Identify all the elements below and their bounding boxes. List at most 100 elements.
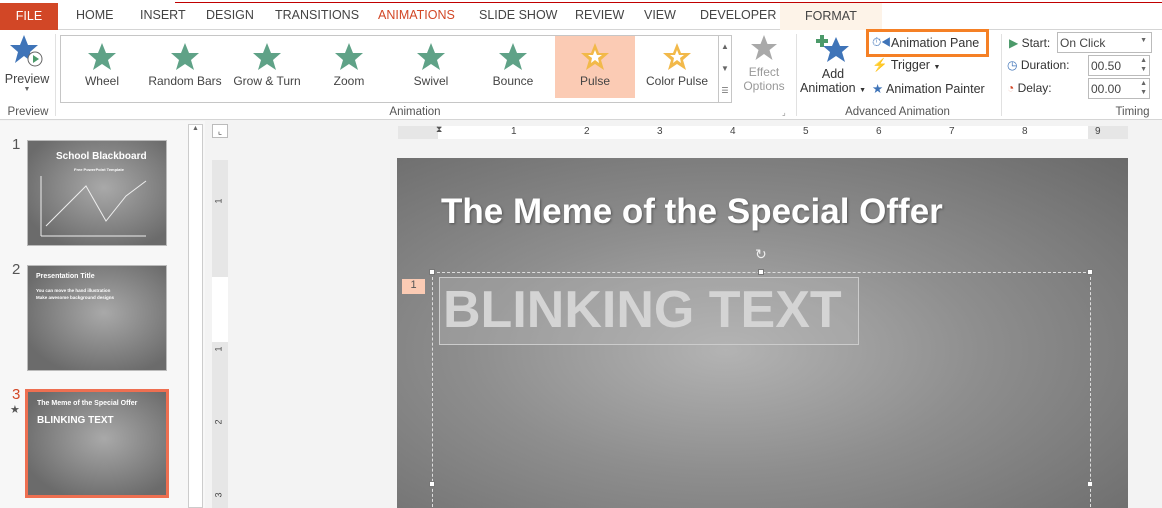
random-bars-star-icon xyxy=(171,43,199,70)
vruler-label: 1 xyxy=(213,198,224,204)
ribbon-tabs: FILE HOME INSERT DESIGN TRANSITIONS ANIM… xyxy=(0,0,1162,30)
dialog-launcher-icon[interactable]: ⌟ xyxy=(782,108,786,117)
start-dropdown[interactable]: On Click ▼ xyxy=(1057,32,1152,53)
animation-painter-label: Animation Painter xyxy=(886,82,985,96)
tab-view[interactable]: VIEW xyxy=(644,8,676,22)
animation-wheel[interactable]: Wheel xyxy=(62,36,142,98)
animation-grow-turn[interactable]: Grow & Turn xyxy=(227,36,307,98)
hruler-label: 3 xyxy=(657,126,663,137)
vruler-label: 2 xyxy=(213,419,224,425)
lightning-icon: ⚡ xyxy=(872,58,888,72)
delay-icon: ◔ xyxy=(1007,81,1015,95)
gallery-scroll-up[interactable]: ▲ xyxy=(718,36,731,58)
duration-value: 00.50 xyxy=(1091,59,1122,73)
tab-format[interactable]: FORMAT xyxy=(780,3,882,30)
gallery-more[interactable]: ☰ xyxy=(718,80,731,102)
swivel-star-icon xyxy=(417,43,445,70)
blinking-text-box[interactable]: BLINKING TEXT xyxy=(439,277,859,345)
scroll-up-icon[interactable]: ▲ xyxy=(189,125,202,132)
hruler-label: 1 xyxy=(511,126,517,137)
thumb-bullet: You can move the hand illustration xyxy=(36,288,111,293)
rotate-handle-icon[interactable]: ↻ xyxy=(755,246,767,263)
animation-pane-button[interactable]: ⏱◀ Animation Pane xyxy=(866,29,989,57)
animation-label: Bounce xyxy=(492,74,534,88)
animation-zoom[interactable]: Zoom xyxy=(309,36,389,98)
bounce-star-icon xyxy=(499,43,527,70)
animation-label: Color Pulse xyxy=(645,74,709,88)
animation-painter-icon: ★ xyxy=(872,82,884,96)
effect-options-label-2: Options xyxy=(743,79,785,93)
start-label: Start: xyxy=(1021,36,1051,50)
animation-color-pulse[interactable]: Color Pulse xyxy=(637,36,717,98)
hruler-label: 8 xyxy=(1022,126,1028,137)
effect-options-button[interactable]: Effect Options xyxy=(736,34,792,93)
slide-thumbnail-2[interactable]: Presentation Title You can move the hand… xyxy=(27,265,167,371)
start-play-icon: ▶ xyxy=(1009,36,1019,50)
thumb-bullet: Make awesome background designs xyxy=(36,295,115,300)
slide-title[interactable]: The Meme of the Special Offer xyxy=(441,192,943,232)
effect-options-label-1: Effect xyxy=(748,65,780,79)
duration-stepper[interactable]: 00.50 ▲ ▼ xyxy=(1088,55,1150,76)
preview-button[interactable]: Preview ▼ xyxy=(2,33,52,101)
hruler-label: 6 xyxy=(876,126,882,137)
delay-label: Delay: xyxy=(1017,81,1052,95)
trigger-button[interactable]: ⚡ Trigger ▼ xyxy=(872,58,940,73)
tab-design[interactable]: DESIGN xyxy=(206,8,254,22)
thumbnail-scrollbar[interactable]: ▲ xyxy=(188,124,203,508)
slide-number: 2 xyxy=(12,261,21,278)
tab-insert[interactable]: INSERT xyxy=(140,8,186,22)
delay-value: 00.00 xyxy=(1091,82,1122,96)
animation-order-tag[interactable]: 1 xyxy=(402,279,425,294)
slide-thumbnail-1[interactable]: School Blackboard Free PowerPoint Templa… xyxy=(27,140,167,246)
tab-developer[interactable]: DEVELOPER xyxy=(700,8,776,22)
gallery-scroll-down[interactable]: ▼ xyxy=(718,58,731,80)
indent-marker-icon[interactable]: ⧗ xyxy=(436,124,442,135)
tab-review[interactable]: REVIEW xyxy=(575,8,624,22)
animation-gallery: ▲ ▼ ☰ Wheel Random Bars Grow & Turn Zoom Swi… xyxy=(60,35,732,103)
clock-icon: ◷ xyxy=(1007,58,1018,72)
animation-label: Zoom xyxy=(333,74,365,88)
slide-number: 3 xyxy=(12,386,21,403)
hruler-label: 9 xyxy=(1095,126,1101,137)
preview-star-icon xyxy=(10,35,43,67)
add-animation-button[interactable]: Add Animation ▼ xyxy=(800,32,866,95)
animation-swivel[interactable]: Swivel xyxy=(391,36,471,98)
thumb-title: The Meme of the Special Offer xyxy=(37,400,138,407)
animation-label: Swivel xyxy=(413,74,449,88)
animation-random-bars[interactable]: Random Bars xyxy=(145,36,225,98)
vruler-label: 3 xyxy=(213,492,224,498)
trigger-label: Trigger xyxy=(890,58,930,72)
grow-turn-star-icon xyxy=(253,43,281,70)
slide-thumbnail-pane: 1 School Blackboard Free PowerPoint Temp… xyxy=(0,121,205,508)
animation-pane-icon: ⏱◀ xyxy=(872,35,891,49)
hruler-label: 4 xyxy=(730,126,736,137)
ribbon: Preview ▼ Preview ▲ ▼ ☰ Wheel Random Bars… xyxy=(0,29,1162,120)
hruler-label: 2 xyxy=(584,126,590,137)
preview-label: Preview xyxy=(4,72,50,86)
chevron-down-icon: ▼ xyxy=(1140,37,1147,44)
animation-label: Pulse xyxy=(579,74,611,88)
slide-number: 1 xyxy=(12,136,21,153)
wheel-star-icon xyxy=(88,43,116,70)
tab-transitions[interactable]: TRANSITIONS xyxy=(275,8,359,22)
tab-animations[interactable]: ANIMATIONS xyxy=(378,8,455,22)
animation-painter-button[interactable]: ★ Animation Painter xyxy=(872,81,985,96)
vruler-label: 1 xyxy=(213,346,224,352)
start-value: On Click xyxy=(1060,36,1106,50)
pulse-star-icon xyxy=(581,43,609,70)
delay-stepper[interactable]: 00.00 ▲ ▼ xyxy=(1088,78,1150,99)
group-label-timing: Timing xyxy=(1115,106,1150,118)
tab-file[interactable]: FILE xyxy=(0,3,58,30)
tab-home[interactable]: HOME xyxy=(76,8,114,22)
tab-slide-show[interactable]: SLIDE SHOW xyxy=(479,8,558,22)
slide-thumbnail-3[interactable]: The Meme of the Special Offer BLINKING T… xyxy=(25,389,169,498)
animation-bounce[interactable]: Bounce xyxy=(473,36,553,98)
hruler-label: 5 xyxy=(803,126,809,137)
animation-pulse[interactable]: Pulse xyxy=(555,36,635,98)
zoom-star-icon xyxy=(335,43,363,70)
thumb-title: Presentation Title xyxy=(36,273,95,280)
tab-selector-icon[interactable]: ⌞ xyxy=(212,124,228,138)
thumb-body: BLINKING TEXT xyxy=(37,415,114,426)
animation-label: Grow & Turn xyxy=(233,74,301,88)
group-label-animation: Animation xyxy=(389,106,441,118)
